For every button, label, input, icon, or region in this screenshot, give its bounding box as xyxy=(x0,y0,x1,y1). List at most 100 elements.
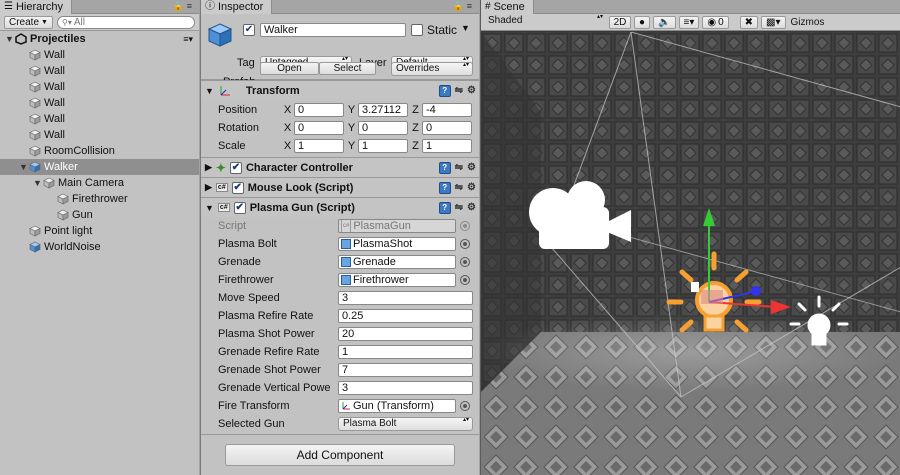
gameobject-icon xyxy=(57,209,69,221)
hierarchy-tab[interactable]: ☰ Hierarchy xyxy=(0,0,73,14)
gizmos-dropdown[interactable]: Gizmos xyxy=(791,17,825,28)
inspector-tab[interactable]: ⓘ Inspector xyxy=(201,0,273,14)
transform-z-field[interactable]: 0 xyxy=(422,121,472,135)
hierarchy-item[interactable]: RoomCollision xyxy=(0,143,199,159)
transform-z-field[interactable]: 1 xyxy=(422,139,472,153)
transform-z-field[interactable]: -4 xyxy=(422,103,472,117)
help-book-icon[interactable]: ? xyxy=(438,182,451,194)
grenade-vertical-field[interactable]: 3 xyxy=(338,381,473,395)
component-enabled-checkbox[interactable]: ✔ xyxy=(231,181,244,194)
tools-button[interactable]: ✖ xyxy=(739,15,759,29)
hierarchy-item[interactable]: Gun xyxy=(0,207,199,223)
scene-menu-icon[interactable]: ≡▾ xyxy=(183,31,193,47)
transform-header[interactable]: ▼ Transform ? ⇋ ⚙ xyxy=(201,80,479,100)
prefab-open-button[interactable]: Open xyxy=(260,62,319,75)
hierarchy-item[interactable]: Wall xyxy=(0,95,199,111)
overrides-dropdown[interactable]: Overrides xyxy=(391,62,473,76)
shot-power-field[interactable]: 20 xyxy=(338,327,473,341)
transform-x-field[interactable]: 0 xyxy=(294,121,344,135)
hierarchy-item[interactable]: ▼ Projectiles ≡▾ xyxy=(0,31,199,47)
hierarchy-item[interactable]: WorldNoise xyxy=(0,239,199,255)
refire-rate-field[interactable]: 0.25 xyxy=(338,309,473,323)
grenade-refire-field[interactable]: 1 xyxy=(338,345,473,359)
transform-y-field[interactable]: 3.27112 xyxy=(358,103,408,117)
plasma-gun-header[interactable]: ▼ c# ✔ Plasma Gun (Script) ? ⇋ ⚙ xyxy=(201,197,479,217)
object-name-field[interactable]: Walker xyxy=(260,23,406,37)
static-checkbox[interactable] xyxy=(411,24,423,36)
axis-z-label[interactable]: Z xyxy=(409,140,422,152)
2d-toggle-button[interactable]: 2D xyxy=(609,15,631,29)
add-component-button[interactable]: Add Component xyxy=(225,444,455,466)
active-checkbox[interactable]: ✔ xyxy=(243,24,255,36)
grenade-refire-property: Grenade Refire Rate 1 xyxy=(201,343,479,361)
preset-icon[interactable]: ⇋ xyxy=(455,202,463,214)
effects-toggle-button[interactable]: ≡▾ xyxy=(678,15,700,29)
preset-icon[interactable]: ⇋ xyxy=(455,182,463,194)
scene-tab[interactable]: # Scene xyxy=(481,0,534,14)
axis-x-label[interactable]: X xyxy=(281,140,294,152)
help-book-icon[interactable]: ? xyxy=(438,202,451,214)
gameobject-icon xyxy=(29,65,41,77)
axis-y-label[interactable]: Y xyxy=(345,140,358,152)
static-label: Static xyxy=(427,23,458,37)
expand-arrow-icon[interactable]: ▼ xyxy=(18,159,29,175)
axis-z-label[interactable]: Z xyxy=(409,104,422,116)
selected-gun-dropdown[interactable]: Plasma Bolt xyxy=(338,417,473,431)
gear-icon[interactable]: ⚙ xyxy=(467,162,476,174)
hidden-objects-button[interactable]: ◉ 0 xyxy=(702,15,729,29)
hierarchy-search-input[interactable]: ⚲▾ All xyxy=(56,15,195,29)
axis-x-label[interactable]: X xyxy=(281,104,294,116)
object-picker-icon[interactable] xyxy=(460,257,470,267)
gear-icon[interactable]: ⚙ xyxy=(467,182,476,194)
preset-icon[interactable]: ⇋ xyxy=(455,162,463,174)
grenade-shot-field[interactable]: 7 xyxy=(338,363,473,377)
move-speed-field[interactable]: 3 xyxy=(338,291,473,305)
gear-icon[interactable]: ⚙ xyxy=(467,202,476,214)
preset-icon[interactable]: ⇋ xyxy=(455,85,463,97)
object-picker-icon[interactable] xyxy=(460,239,470,249)
component-header[interactable]: ▶ ✦ ✔ Character Controller? ⇋ ⚙ xyxy=(201,157,479,177)
hierarchy-item[interactable]: ▼ Walker xyxy=(0,159,199,175)
camera-settings-button[interactable]: ▩▾ xyxy=(761,15,786,29)
hierarchy-item[interactable]: Wall xyxy=(0,63,199,79)
hierarchy-item[interactable]: Wall xyxy=(0,79,199,95)
lighting-toggle-button[interactable]: ● xyxy=(634,15,651,29)
plasma-gun-enabled-checkbox[interactable]: ✔ xyxy=(233,201,246,214)
object-picker-icon[interactable] xyxy=(460,401,470,411)
shading-dropdown[interactable]: Shaded xyxy=(484,15,606,29)
panel-menu-icons[interactable]: 🔒≡ xyxy=(453,1,475,12)
static-dropdown-icon[interactable]: ▼ xyxy=(461,23,470,33)
create-button[interactable]: Create ▼ xyxy=(4,15,53,29)
component-header[interactable]: ▶ c# ✔ Mouse Look (Script)? ⇋ ⚙ xyxy=(201,177,479,197)
expand-arrow-icon[interactable]: ▼ xyxy=(4,31,15,47)
transform-x-field[interactable]: 1 xyxy=(294,139,344,153)
hierarchy-item[interactable]: Firethrower xyxy=(0,191,199,207)
hierarchy-item-label: Wall xyxy=(44,49,65,61)
gear-icon[interactable]: ⚙ xyxy=(467,85,476,97)
hierarchy-item[interactable]: Wall xyxy=(0,127,199,143)
audio-toggle-button[interactable]: 🔈 xyxy=(653,15,676,29)
axis-y-label[interactable]: Y xyxy=(345,104,358,116)
expand-arrow-icon[interactable]: ▼ xyxy=(32,175,43,191)
panel-menu-icons[interactable]: 🔒≡ xyxy=(173,1,195,12)
axis-x-label[interactable]: X xyxy=(281,122,294,134)
grenade-field[interactable]: Grenade xyxy=(338,255,456,269)
object-picker-icon[interactable] xyxy=(460,275,470,285)
component-enabled-checkbox[interactable]: ✔ xyxy=(229,161,242,174)
axis-y-label[interactable]: Y xyxy=(345,122,358,134)
hierarchy-item[interactable]: Point light xyxy=(0,223,199,239)
fire-transform-field[interactable]: Gun (Transform) xyxy=(338,399,456,413)
help-book-icon[interactable]: ? xyxy=(438,162,451,174)
axis-z-label[interactable]: Z xyxy=(409,122,422,134)
help-book-icon[interactable]: ? xyxy=(438,85,451,97)
transform-x-field[interactable]: 0 xyxy=(294,103,344,117)
hierarchy-item[interactable]: ▼ Main Camera xyxy=(0,175,199,191)
hierarchy-item[interactable]: Wall xyxy=(0,111,199,127)
transform-y-field[interactable]: 1 xyxy=(358,139,408,153)
transform-y-field[interactable]: 0 xyxy=(358,121,408,135)
scene-viewport[interactable] xyxy=(481,32,900,475)
prefab-select-button[interactable]: Select xyxy=(319,62,376,75)
hierarchy-item[interactable]: Wall xyxy=(0,47,199,63)
plasma-bolt-field[interactable]: PlasmaShot xyxy=(338,237,456,251)
firethrower-field[interactable]: Firethrower xyxy=(338,273,456,287)
